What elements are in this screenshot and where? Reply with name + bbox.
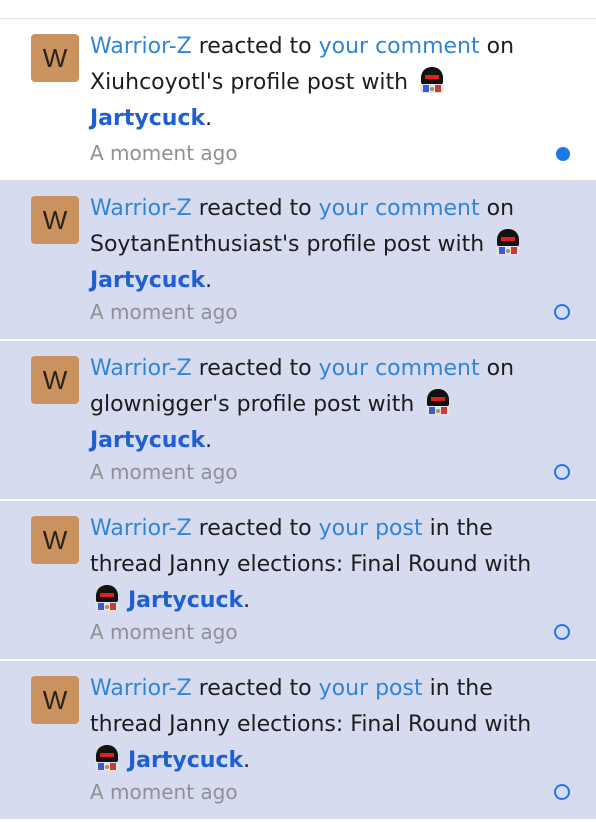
top-strip bbox=[0, 0, 596, 19]
timestamp: A moment ago bbox=[90, 300, 238, 324]
avatar[interactable]: W bbox=[31, 516, 79, 564]
reaction-name[interactable]: Jartycuck bbox=[128, 588, 243, 613]
alert-text-end: . bbox=[205, 268, 213, 293]
alert-text: Warrior-Z reacted to your post in the th… bbox=[90, 671, 570, 779]
jartycuck-reaction-icon bbox=[90, 744, 124, 772]
content-link[interactable]: your comment bbox=[319, 196, 480, 221]
alert-text-part: reacted to bbox=[191, 196, 319, 221]
alert-item[interactable]: W Warrior-Z reacted to your comment on X… bbox=[0, 19, 596, 181]
timestamp: A moment ago bbox=[90, 141, 238, 165]
alert-item[interactable]: W Warrior-Z reacted to your post in the … bbox=[0, 501, 596, 661]
user-link[interactable]: Warrior-Z bbox=[90, 676, 192, 701]
avatar[interactable]: W bbox=[31, 34, 79, 82]
alert-text-part: reacted to bbox=[191, 516, 319, 541]
timestamp: A moment ago bbox=[90, 620, 238, 644]
user-link[interactable]: Warrior-Z bbox=[90, 356, 192, 381]
alert-text: Warrior-Z reacted to your comment on Soy… bbox=[90, 191, 570, 299]
alert-item[interactable]: W Warrior-Z reacted to your comment on g… bbox=[0, 341, 596, 501]
jartycuck-reaction-icon bbox=[421, 388, 455, 416]
alert-text-end: . bbox=[205, 428, 213, 453]
avatar[interactable]: W bbox=[31, 196, 79, 244]
content-link[interactable]: your post bbox=[319, 676, 423, 701]
jartycuck-reaction-icon bbox=[415, 66, 449, 94]
reaction-name[interactable]: Jartycuck bbox=[128, 748, 243, 773]
alert-item[interactable]: W Warrior-Z reacted to your post in the … bbox=[0, 661, 596, 821]
content-link[interactable]: your comment bbox=[319, 34, 480, 59]
avatar[interactable]: W bbox=[31, 676, 79, 724]
content-link[interactable]: your comment bbox=[319, 356, 480, 381]
unread-indicator-ring[interactable] bbox=[554, 624, 570, 640]
unread-indicator-ring[interactable] bbox=[554, 784, 570, 800]
alert-text-end: . bbox=[205, 106, 213, 131]
content-link[interactable]: your post bbox=[319, 516, 423, 541]
alert-text: Warrior-Z reacted to your comment on glo… bbox=[90, 351, 570, 459]
alert-text: Warrior-Z reacted to your post in the th… bbox=[90, 511, 570, 619]
reaction-name[interactable]: Jartycuck bbox=[90, 428, 205, 453]
alert-text-end: . bbox=[243, 748, 251, 773]
timestamp: A moment ago bbox=[90, 780, 238, 804]
alert-text-end: . bbox=[243, 588, 251, 613]
alert-text-part: reacted to bbox=[191, 356, 319, 381]
alert-text-part: reacted to bbox=[191, 34, 319, 59]
user-link[interactable]: Warrior-Z bbox=[90, 34, 192, 59]
user-link[interactable]: Warrior-Z bbox=[90, 516, 192, 541]
reaction-name[interactable]: Jartycuck bbox=[90, 268, 205, 293]
user-link[interactable]: Warrior-Z bbox=[90, 196, 192, 221]
alert-text: Warrior-Z reacted to your comment on Xiu… bbox=[90, 29, 570, 137]
reaction-name[interactable]: Jartycuck bbox=[90, 106, 205, 131]
jartycuck-reaction-icon bbox=[90, 584, 124, 612]
alert-text-part: reacted to bbox=[191, 676, 319, 701]
avatar[interactable]: W bbox=[31, 356, 79, 404]
timestamp: A moment ago bbox=[90, 460, 238, 484]
alert-item[interactable]: W Warrior-Z reacted to your comment on S… bbox=[0, 181, 596, 341]
unread-indicator-ring[interactable] bbox=[554, 464, 570, 480]
jartycuck-reaction-icon bbox=[491, 228, 525, 256]
unread-indicator-ring[interactable] bbox=[554, 304, 570, 320]
alerts-list: W Warrior-Z reacted to your comment on X… bbox=[0, 19, 596, 821]
read-indicator-dot[interactable] bbox=[556, 147, 570, 161]
